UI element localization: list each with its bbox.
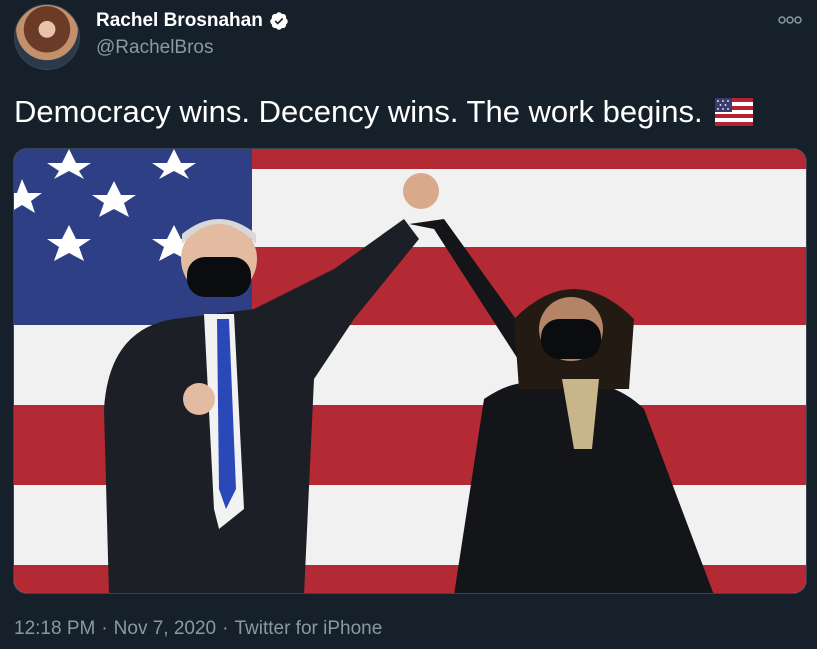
- tweet-photo[interactable]: [13, 148, 807, 594]
- tweet-source[interactable]: Twitter for iPhone: [234, 618, 382, 640]
- tweet-text-content: Democracy wins. Decency wins. The work b…: [14, 94, 703, 129]
- more-options-icon[interactable]: [777, 12, 803, 28]
- tweet-time[interactable]: 12:18 PM: [14, 618, 95, 640]
- author-handle[interactable]: @RachelBros: [96, 37, 214, 59]
- tweet-text: Democracy wins. Decency wins. The work b…: [14, 93, 753, 131]
- author-name-row[interactable]: Rachel Brosnahan: [96, 10, 289, 32]
- tweet-header: Rachel Brosnahan @RachelBros: [14, 4, 803, 70]
- tweet-meta: 12:18 PM · Nov 7, 2020 · Twitter for iPh…: [14, 618, 382, 640]
- author-avatar[interactable]: [14, 4, 80, 70]
- us-flag-icon: [714, 98, 753, 126]
- author-display-name[interactable]: Rachel Brosnahan: [96, 10, 263, 32]
- photo-illustration: [14, 149, 806, 593]
- tweet-date[interactable]: Nov 7, 2020: [114, 618, 216, 640]
- meta-separator: ·: [101, 618, 108, 639]
- verified-badge-icon: [270, 12, 288, 30]
- meta-separator: ·: [222, 618, 229, 639]
